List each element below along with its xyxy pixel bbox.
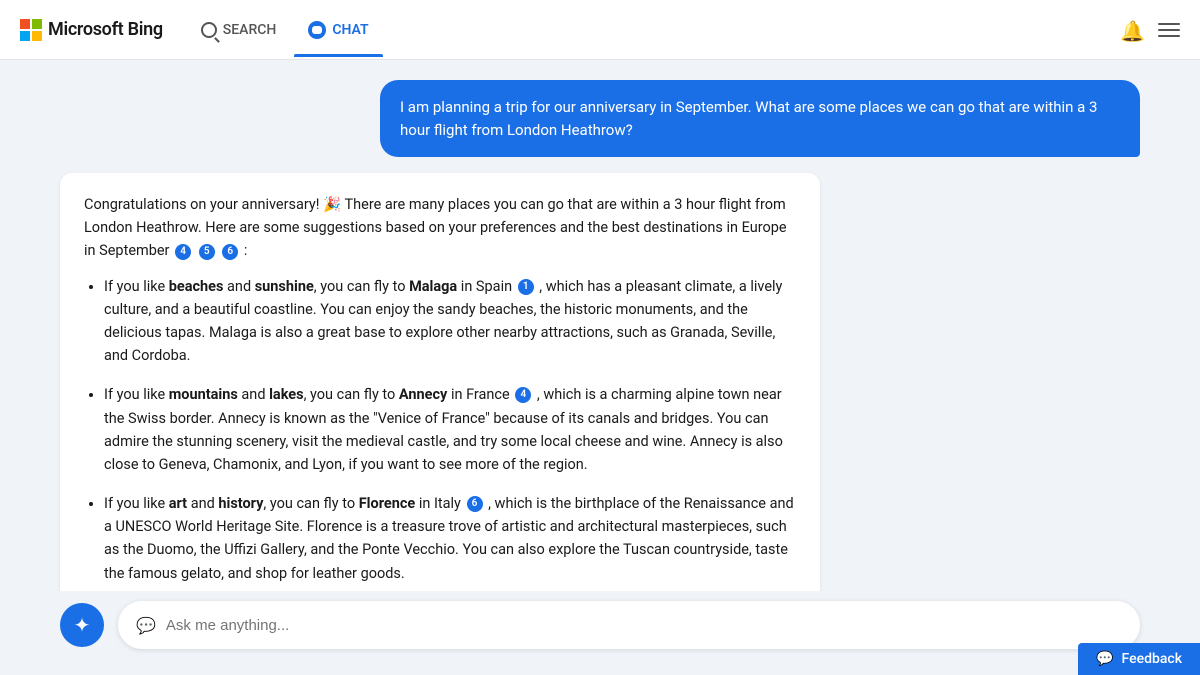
- input-chat-icon: 💬: [136, 616, 156, 635]
- bing-logo-icon: [20, 19, 42, 41]
- nav-search-label: SEARCH: [223, 22, 277, 38]
- nav-search[interactable]: SEARCH: [187, 14, 291, 46]
- ai-intro-paragraph: Congratulations on your anniversary! 🎉 T…: [84, 193, 796, 263]
- chat-icon: [308, 21, 326, 39]
- notification-bell-icon[interactable]: 🔔: [1120, 19, 1142, 41]
- chat-input[interactable]: [166, 617, 1122, 634]
- feedback-icon: 💬: [1096, 651, 1113, 667]
- ai-bullet-list: If you like beaches and sunshine, you ca…: [84, 275, 796, 585]
- top-nav: SEARCH CHAT: [187, 13, 383, 47]
- feedback-button[interactable]: 💬 Feedback: [1078, 643, 1200, 675]
- ref-badge-6b: 6: [467, 496, 483, 512]
- ref-badge-5: 5: [199, 244, 215, 260]
- list-item: If you like beaches and sunshine, you ca…: [104, 275, 796, 368]
- ref-badge-1: 1: [518, 279, 534, 295]
- nav-chat[interactable]: CHAT: [294, 13, 382, 47]
- ref-badge-4: 4: [175, 244, 191, 260]
- user-message: I am planning a trip for our anniversary…: [380, 80, 1140, 157]
- feedback-label: Feedback: [1122, 651, 1182, 667]
- header: Microsoft Bing SEARCH CHAT 🔔: [0, 0, 1200, 60]
- nav-chat-label: CHAT: [332, 22, 368, 38]
- search-icon: [201, 22, 217, 38]
- list-item: If you like art and history, you can fly…: [104, 492, 796, 585]
- hamburger-menu-icon[interactable]: [1158, 23, 1180, 37]
- copilot-button[interactable]: ✦: [60, 603, 104, 647]
- logo: Microsoft Bing: [20, 19, 163, 41]
- ref-badge-6: 6: [222, 244, 238, 260]
- ai-response: Congratulations on your anniversary! 🎉 T…: [60, 173, 820, 591]
- main-content: I am planning a trip for our anniversary…: [0, 60, 1200, 675]
- chat-input-wrap: 💬: [118, 601, 1140, 649]
- header-right: 🔔: [1120, 19, 1180, 41]
- logo-text: Microsoft Bing: [48, 19, 163, 40]
- input-area: ✦ 💬: [0, 591, 1200, 665]
- list-item: If you like mountains and lakes, you can…: [104, 383, 796, 476]
- copilot-icon: ✦: [74, 613, 91, 637]
- ref-badge-4b: 4: [515, 387, 531, 403]
- chat-area: I am planning a trip for our anniversary…: [0, 80, 1200, 591]
